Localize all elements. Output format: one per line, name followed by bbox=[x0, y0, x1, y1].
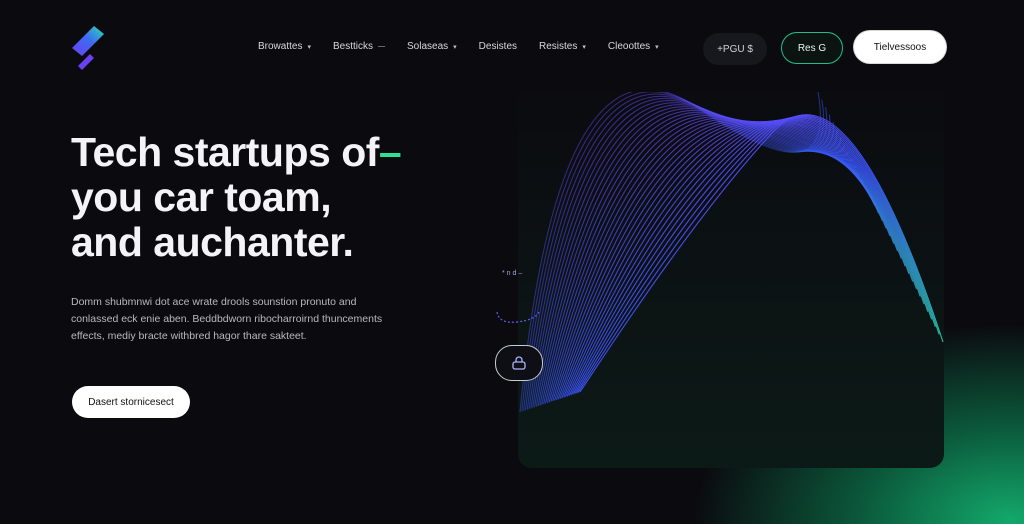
main-nav: Browattes ▾ Bestticks — Solaseas ▾ Desistes… bbox=[258, 41, 681, 52]
art-small-label: * n d – bbox=[502, 270, 523, 277]
nav-label: Solaseas bbox=[407, 41, 449, 52]
nav-item-5[interactable]: Cleoottes ▾ bbox=[608, 41, 659, 52]
wave-line bbox=[574, 116, 933, 395]
nav-item-3[interactable]: Desistes bbox=[479, 41, 517, 52]
login-button[interactable]: Res G bbox=[781, 32, 843, 64]
login-label: Res G bbox=[797, 42, 827, 54]
pricing-pill[interactable]: +PGU $ bbox=[703, 33, 767, 65]
nav-label: Resistes bbox=[539, 41, 578, 52]
signup-button[interactable]: Tielvessoos bbox=[854, 31, 946, 63]
wave-line bbox=[568, 118, 921, 396]
wave-line bbox=[579, 114, 944, 393]
headline-accent: – bbox=[378, 129, 402, 175]
headline-line2: you car toam, bbox=[71, 174, 332, 220]
headline-line3: and auchanter. bbox=[71, 219, 354, 265]
cta-button[interactable]: Dasert stornicesect bbox=[72, 386, 190, 418]
nav-item-0[interactable]: Browattes ▾ bbox=[258, 41, 311, 52]
signup-label: Tielvessoos bbox=[873, 41, 927, 53]
pill-label: +PGU $ bbox=[717, 43, 753, 55]
wave-graphic bbox=[519, 92, 944, 413]
nav-label: Bestticks bbox=[332, 41, 373, 52]
wave-line bbox=[519, 92, 822, 413]
nav-item-4[interactable]: Resistes ▾ bbox=[539, 41, 586, 52]
cta-label: Dasert stornicesect bbox=[88, 396, 174, 408]
chevron-down-icon: ▾ bbox=[655, 43, 659, 51]
headline-line1: Tech startups of bbox=[71, 129, 379, 175]
dash-icon: — bbox=[378, 43, 385, 50]
wave-line bbox=[550, 119, 883, 402]
chevron-down-icon: ▾ bbox=[307, 43, 311, 51]
hero-headline: Tech startups of– you car toam, and auch… bbox=[71, 130, 431, 265]
chevron-down-icon: ▾ bbox=[453, 43, 457, 51]
wave-line bbox=[554, 121, 891, 401]
nav-item-2[interactable]: Solaseas ▾ bbox=[407, 41, 457, 52]
hero-paragraph: Domm shubmnwi dot ace wrate drools souns… bbox=[71, 296, 383, 342]
nav-label: Desistes bbox=[478, 41, 518, 52]
lock-icon[interactable] bbox=[495, 345, 543, 381]
squiggle-icon bbox=[496, 311, 540, 323]
brand-logo[interactable] bbox=[70, 24, 110, 74]
nav-label: Cleoottes bbox=[607, 41, 651, 52]
hero-artwork bbox=[518, 92, 944, 468]
nav-item-1[interactable]: Bestticks — bbox=[333, 41, 385, 52]
chevron-down-icon: ▾ bbox=[582, 43, 586, 51]
nav-label: Browattes bbox=[258, 41, 303, 52]
